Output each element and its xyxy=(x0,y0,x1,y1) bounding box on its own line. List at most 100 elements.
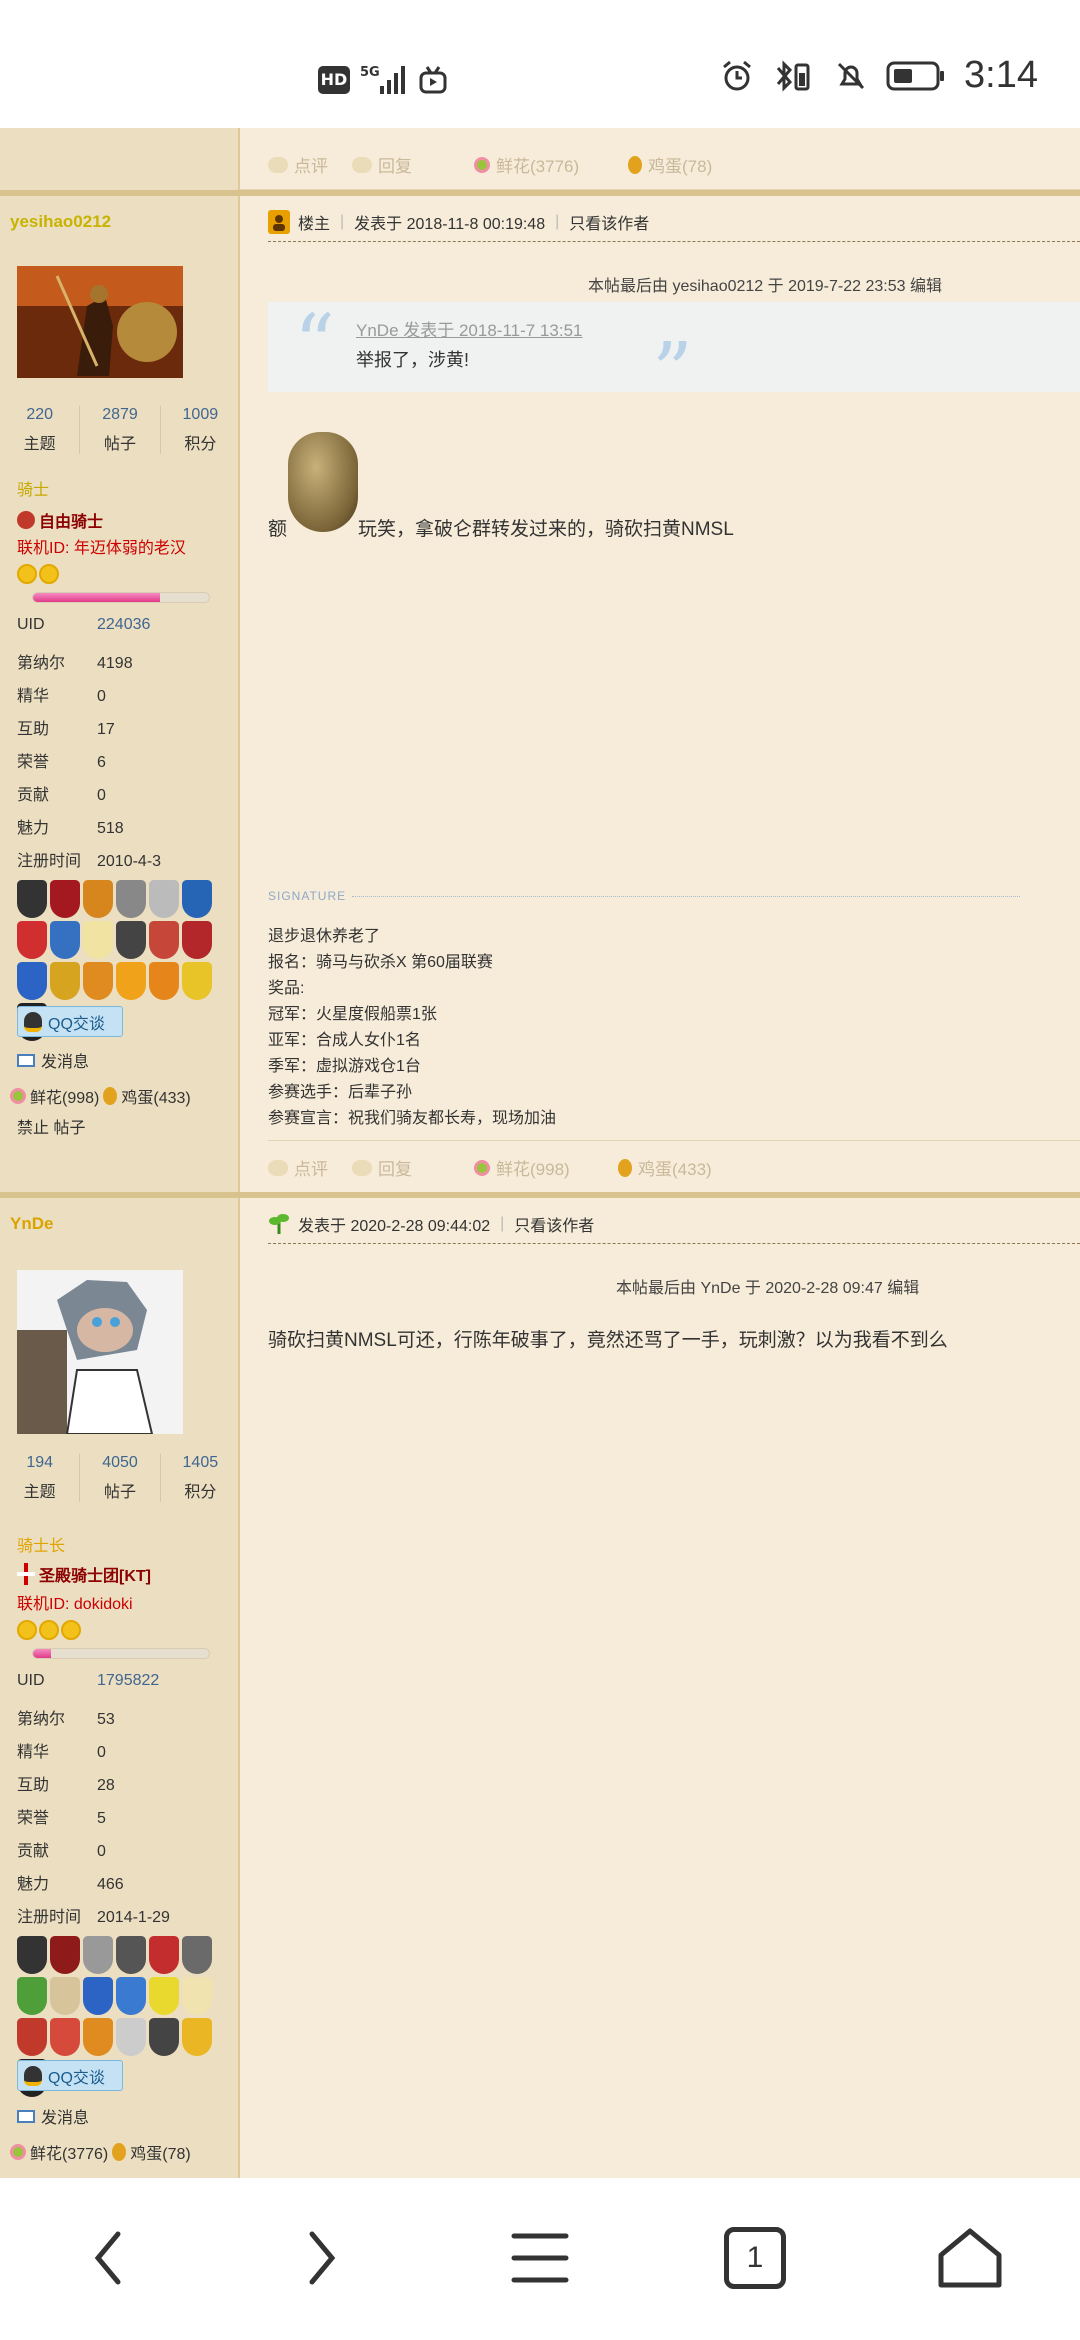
forward-button[interactable] xyxy=(282,2218,362,2298)
field-value: 0 xyxy=(97,787,106,804)
medal-icon[interactable] xyxy=(17,1977,47,2015)
user-group[interactable]: 自由骑士 xyxy=(17,508,103,532)
medal-icon[interactable] xyxy=(83,921,113,959)
field-value: 17 xyxy=(97,721,115,738)
dianping-button[interactable]: 点评 xyxy=(268,152,328,177)
medal-icon[interactable] xyxy=(149,2018,179,2056)
post-separator xyxy=(0,1192,1080,1198)
status-left: HD 5G xyxy=(318,62,448,98)
user-rank: 骑士 xyxy=(17,482,50,499)
stat-posts[interactable]: 2879 帖子 xyxy=(80,406,161,454)
field-key: UID xyxy=(17,1672,45,1689)
flowers-count[interactable]: 鲜花(998) xyxy=(30,1084,99,1108)
field-digest: 精华 0 xyxy=(17,682,227,706)
username[interactable]: yesihao0212 xyxy=(10,212,111,232)
medal-icon[interactable] xyxy=(83,1977,113,2015)
stat-value: 1405 xyxy=(182,1454,219,1471)
medal-icon[interactable] xyxy=(83,1936,113,1974)
medal-icon[interactable] xyxy=(182,962,212,1000)
eggs-count[interactable]: 鸡蛋(433) xyxy=(121,1084,190,1108)
medal-icon[interactable] xyxy=(50,880,80,918)
medal-icon[interactable] xyxy=(182,921,212,959)
medal-icon[interactable] xyxy=(17,962,47,1000)
medal-icon[interactable] xyxy=(182,1936,212,1974)
stat-threads[interactable]: 220 主题 xyxy=(0,406,81,454)
only-author-link[interactable]: 只看该作者 xyxy=(514,1212,594,1236)
medal-icon[interactable] xyxy=(116,921,146,959)
medal-icon[interactable] xyxy=(182,880,212,918)
field-key: 魅力 xyxy=(17,820,50,837)
medal-icon[interactable] xyxy=(149,1977,179,2015)
reply-button[interactable]: 回复 xyxy=(352,152,412,177)
user-group[interactable]: 圣殿骑士团[KT] xyxy=(17,1562,151,1586)
medal-icon[interactable] xyxy=(116,2018,146,2056)
envelope-icon xyxy=(17,1053,35,1067)
qq-chat-button[interactable]: QQ交谈 xyxy=(17,2060,123,2091)
medal-icon[interactable] xyxy=(50,962,80,1000)
dianping-button[interactable]: 点评 xyxy=(268,1155,328,1180)
medal-icon[interactable] xyxy=(83,880,113,918)
medal-icon[interactable] xyxy=(116,1936,146,1974)
menu-button[interactable] xyxy=(500,2218,580,2298)
back-button[interactable] xyxy=(68,2218,148,2298)
medal-icon[interactable] xyxy=(83,962,113,1000)
medal-icon[interactable] xyxy=(149,880,179,918)
flowers-button[interactable]: 鲜花(3776) xyxy=(474,152,579,177)
medal-icon[interactable] xyxy=(50,1977,80,2015)
field-value: 518 xyxy=(97,820,124,837)
eggs-count[interactable]: 鸡蛋(78) xyxy=(130,2140,190,2164)
ban-post-link[interactable]: 禁止 帖子 xyxy=(17,1114,85,1138)
reply-button[interactable]: 回复 xyxy=(352,1155,412,1180)
dianping-label: 点评 xyxy=(294,157,328,176)
medal-icon[interactable] xyxy=(17,1936,47,1974)
field-uid: UID 1795822 xyxy=(17,1672,227,1690)
medal-icon[interactable] xyxy=(83,2018,113,2056)
quote-author-link[interactable]: YnDe 发表于 2018-11-7 13:51 xyxy=(356,316,582,341)
eggs-button[interactable]: 鸡蛋(433) xyxy=(618,1155,712,1180)
svg-text:5G: 5G xyxy=(360,65,380,80)
tabs-button[interactable]: 1 xyxy=(715,2218,795,2298)
signature-line: 冠军：火星度假船票1张 xyxy=(268,1006,437,1023)
medal-icon[interactable] xyxy=(116,880,146,918)
medal-icon[interactable] xyxy=(149,962,179,1000)
field-help: 互助 28 xyxy=(17,1771,227,1795)
post-timestamp: 发表于 2020-2-28 09:44:02 xyxy=(298,1217,491,1235)
signature-line: 奖品: xyxy=(268,980,305,997)
avatar[interactable] xyxy=(17,1270,183,1434)
medal-icon[interactable] xyxy=(17,921,47,959)
medal-icon[interactable] xyxy=(182,1977,212,2015)
stat-posts[interactable]: 4050 帖子 xyxy=(80,1454,161,1502)
comment-icon xyxy=(268,156,288,173)
signature-line: 参赛宣言：祝我们骑友都长寿，现场加油 xyxy=(268,1110,557,1127)
send-message-button[interactable]: 发消息 xyxy=(17,2104,89,2128)
templar-cross-icon xyxy=(17,1563,35,1585)
home-button[interactable] xyxy=(930,2218,1010,2298)
medal-icon[interactable] xyxy=(17,880,47,918)
home-icon xyxy=(938,2228,1002,2288)
qq-chat-button[interactable]: QQ交谈 xyxy=(17,1006,123,1037)
flowers-button[interactable]: 鲜花(998) xyxy=(474,1155,570,1180)
medal-icon[interactable] xyxy=(149,921,179,959)
stat-points[interactable]: 1405 积分 xyxy=(161,1454,240,1502)
medal-icon[interactable] xyxy=(17,2018,47,2056)
medal-icon[interactable] xyxy=(50,2018,80,2056)
send-message-button[interactable]: 发消息 xyxy=(17,1048,89,1072)
stat-label: 主题 xyxy=(23,436,56,453)
medal-icon[interactable] xyxy=(116,1977,146,2015)
flowers-count[interactable]: 鲜花(3776) xyxy=(30,2140,108,2164)
level-progress-bar xyxy=(32,592,210,603)
stat-points[interactable]: 1009 积分 xyxy=(161,406,240,454)
avatar[interactable] xyxy=(17,266,183,378)
medal-icon[interactable] xyxy=(182,2018,212,2056)
only-author-link[interactable]: 只看该作者 xyxy=(569,210,649,234)
medal-icon[interactable] xyxy=(50,1936,80,1974)
medal-icon[interactable] xyxy=(116,962,146,1000)
username[interactable]: YnDe xyxy=(10,1214,53,1234)
status-right: 3:14 xyxy=(720,54,1038,97)
medal-icon[interactable] xyxy=(50,921,80,959)
field-value[interactable]: 224036 xyxy=(97,616,150,633)
stat-threads[interactable]: 194 主题 xyxy=(0,1454,81,1502)
medal-icon[interactable] xyxy=(149,1936,179,1974)
field-value[interactable]: 1795822 xyxy=(97,1672,159,1689)
eggs-button[interactable]: 鸡蛋(78) xyxy=(628,152,712,177)
